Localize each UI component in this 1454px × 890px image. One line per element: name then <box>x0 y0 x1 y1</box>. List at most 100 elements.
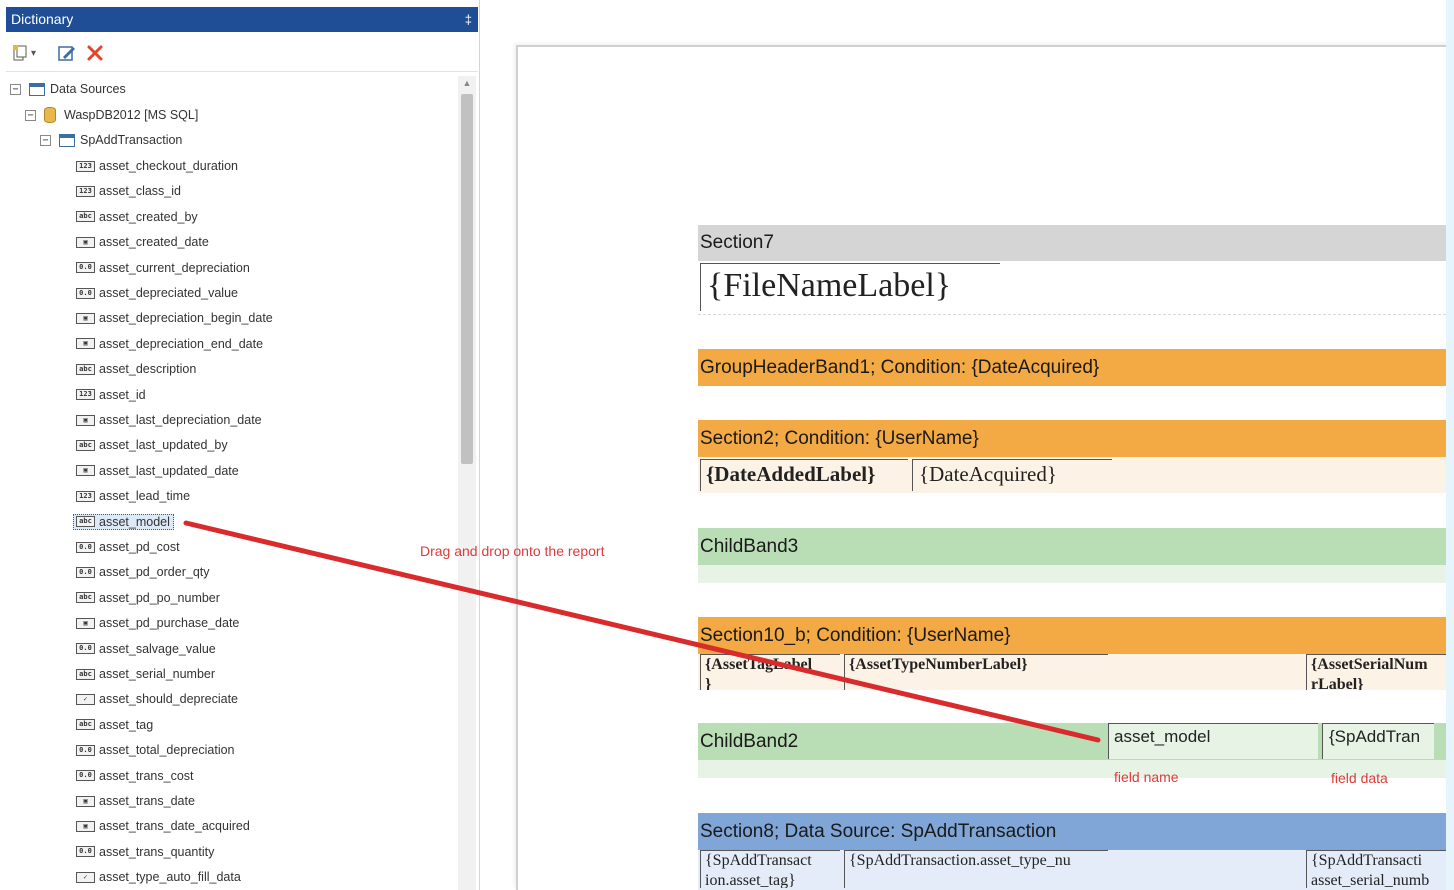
field-label: asset_trans_date <box>99 794 195 808</box>
asset-type-number-label-field[interactable]: {AssetTypeNumberLabel} <box>844 654 1108 690</box>
window-edge <box>1446 0 1454 890</box>
date-acquired-field[interactable]: {DateAcquired} <box>912 459 1112 491</box>
scroll-up-icon[interactable]: ▲ <box>458 78 476 90</box>
band-section2-body: {DateAddedLabel} {DateAcquired} <box>698 457 1446 493</box>
field-label: asset_depreciated_value <box>99 286 238 300</box>
sp-add-transaction-type-field[interactable]: {SpAddTransaction.asset_type_nu <box>844 850 1108 888</box>
tree-field-item[interactable]: ▣ asset_last_depreciation_date <box>76 409 262 431</box>
tree-field-item[interactable]: 0.0 asset_trans_cost <box>76 765 194 787</box>
field-type-icon: 0.0 <box>76 262 95 274</box>
tree-field-item[interactable]: ▣ asset_trans_date <box>76 790 195 812</box>
tree-field-item[interactable]: abc asset_description <box>76 358 196 380</box>
sp-serial-wrap: asset_serial_numb <box>1311 872 1430 888</box>
band-group-header[interactable]: GroupHeaderBand1; Condition: {DateAcquir… <box>698 349 1446 386</box>
asset-tag-label-field[interactable]: {AssetTagLabel } <box>700 654 840 690</box>
field-data-annotation: field data <box>1331 770 1388 786</box>
tree-field-item[interactable]: ▣ asset_depreciation_end_date <box>76 333 263 355</box>
field-type-icon: abc <box>76 516 95 528</box>
sp-add-transaction-serial-field[interactable]: {SpAddTransacti asset_serial_numb <box>1306 850 1446 888</box>
tree-node-label: SpAddTransaction <box>80 133 183 147</box>
tree-field-item[interactable]: ▣ asset_trans_date_acquired <box>76 815 250 837</box>
tree-node-data-sources[interactable]: − Data Sources <box>10 78 126 100</box>
field-label: asset_trans_quantity <box>99 844 215 859</box>
band-section8[interactable]: Section8; Data Source: SpAddTransaction <box>698 813 1446 850</box>
tree-field-item[interactable]: abc asset_created_by <box>76 206 198 228</box>
tree-field-item[interactable]: abc asset_tag <box>76 714 153 736</box>
field-type-icon: 123 <box>76 185 95 197</box>
band-childband3[interactable]: ChildBand3 <box>698 528 1446 565</box>
tree-field-item[interactable]: ▣ asset_depreciation_begin_date <box>76 307 273 329</box>
band-title: Section2; Condition: {UserName} <box>700 427 979 449</box>
tree-field-item[interactable]: 0.0 asset_pd_order_qty <box>76 561 210 583</box>
data-sources-icon <box>29 82 45 96</box>
field-label: asset_current_depreciation <box>99 260 250 275</box>
database-icon <box>44 107 56 123</box>
tree-field-item[interactable]: 0.0 asset_current_depreciation <box>76 257 250 279</box>
tree-field-item[interactable]: 0.0 asset_total_depreciation <box>76 739 235 761</box>
dictionary-toolbar: ▾ <box>6 36 478 72</box>
field-label: asset_id <box>99 387 146 402</box>
date-added-label-field[interactable]: {DateAddedLabel} <box>700 459 908 491</box>
band-section2[interactable]: Section2; Condition: {UserName} <box>698 420 1446 457</box>
field-type-icon: ✓ <box>76 871 95 883</box>
field-label: asset_created_by <box>99 209 198 224</box>
tree-field-item[interactable]: ▣ asset_pd_purchase_date <box>76 612 239 634</box>
table-icon <box>59 133 75 147</box>
field-label: asset_pd_cost <box>99 540 180 554</box>
tree-field-item[interactable]: 123 asset_id <box>76 384 146 406</box>
tree-node-database[interactable]: − WaspDB2012 [MS SQL] <box>25 104 198 126</box>
new-item-icon <box>13 45 27 61</box>
delete-button[interactable] <box>86 42 104 64</box>
tree-field-item[interactable]: 0.0 asset_salvage_value <box>76 638 216 660</box>
tree-node-table[interactable]: − SpAddTransaction <box>40 129 182 151</box>
collapse-icon[interactable]: − <box>40 134 51 146</box>
scroll-thumb[interactable] <box>461 94 473 464</box>
tree-field-item[interactable]: ▣ asset_created_date <box>76 231 209 253</box>
edit-button[interactable] <box>58 42 76 64</box>
field-label: asset_checkout_duration <box>99 159 238 173</box>
collapse-icon[interactable]: − <box>25 109 36 121</box>
band-section7[interactable]: Section7 <box>698 225 1446 261</box>
field-label: asset_pd_po_number <box>99 590 220 605</box>
field-type-icon: 0.0 <box>76 566 95 578</box>
tree-field-item[interactable]: 0.0 asset_pd_cost <box>76 536 180 558</box>
band-section10[interactable]: Section10_b; Condition: {UserName} <box>698 617 1446 654</box>
sp-add-transaction-tag-field[interactable]: {SpAddTransact ion.asset_tag} <box>700 850 840 888</box>
tree-field-item[interactable]: 0.0 asset_trans_quantity <box>76 841 214 863</box>
tree-field-item[interactable]: 123 asset_lead_time <box>76 485 190 507</box>
field-type-icon: abc <box>76 439 95 451</box>
field-label: asset_trans_cost <box>99 768 194 783</box>
tree-field-item[interactable]: ✓ asset_should_depreciate <box>76 688 238 710</box>
sp-tag-text: {SpAddTransact <box>705 852 812 869</box>
field-type-icon: 123 <box>76 490 95 502</box>
tree-field-item[interactable]: 123 asset_checkout_duration <box>76 155 238 177</box>
asset-model-field-data[interactable]: {SpAddTran <box>1322 723 1434 759</box>
tree-scrollbar[interactable]: ▲ <box>458 76 476 890</box>
field-label: asset_model <box>99 514 170 529</box>
pin-icon[interactable]: ‡ <box>465 7 472 32</box>
tree-field-item[interactable]: 123 asset_class_id <box>76 180 181 202</box>
file-name-label-field[interactable]: {FileNameLabel} <box>700 263 1000 311</box>
field-type-icon: ▣ <box>76 617 95 629</box>
collapse-icon[interactable]: − <box>10 83 21 95</box>
dictionary-title: Dictionary <box>11 11 74 27</box>
tree-field-item[interactable]: ✓ asset_type_auto_fill_data <box>76 866 241 888</box>
tree-field-item[interactable]: abc asset_pd_po_number <box>76 587 220 609</box>
tree-field-item[interactable]: abc asset_last_updated_by <box>76 434 228 456</box>
field-type-icon: 0.0 <box>76 744 95 756</box>
new-item-button[interactable]: ▾ <box>12 42 36 64</box>
tree-field-item[interactable]: 0.0 asset_depreciated_value <box>76 282 238 304</box>
field-type-icon: 0.0 <box>76 541 95 553</box>
band-title: Section7 <box>700 232 774 253</box>
field-label: asset_type_auto_fill_data <box>99 870 241 885</box>
tree-field-item[interactable]: abc asset_serial_number <box>76 663 215 685</box>
tree-field-item[interactable]: abc asset_model <box>73 511 174 533</box>
band-title: Section8; Data Source: SpAddTransaction <box>700 820 1057 842</box>
tree-node-label: WaspDB2012 [MS SQL] <box>64 108 199 122</box>
asset-model-field-name[interactable]: asset_model <box>1108 723 1318 759</box>
tree-field-item[interactable]: ▣ asset_last_updated_date <box>76 460 239 482</box>
asset-serial-number-label-field[interactable]: {AssetSerialNum rLabel} <box>1306 654 1446 690</box>
chevron-down-icon[interactable]: ▾ <box>31 48 36 59</box>
asset-serial-label-wrap: rLabel} <box>1311 676 1364 690</box>
field-type-icon: ▣ <box>76 338 95 350</box>
